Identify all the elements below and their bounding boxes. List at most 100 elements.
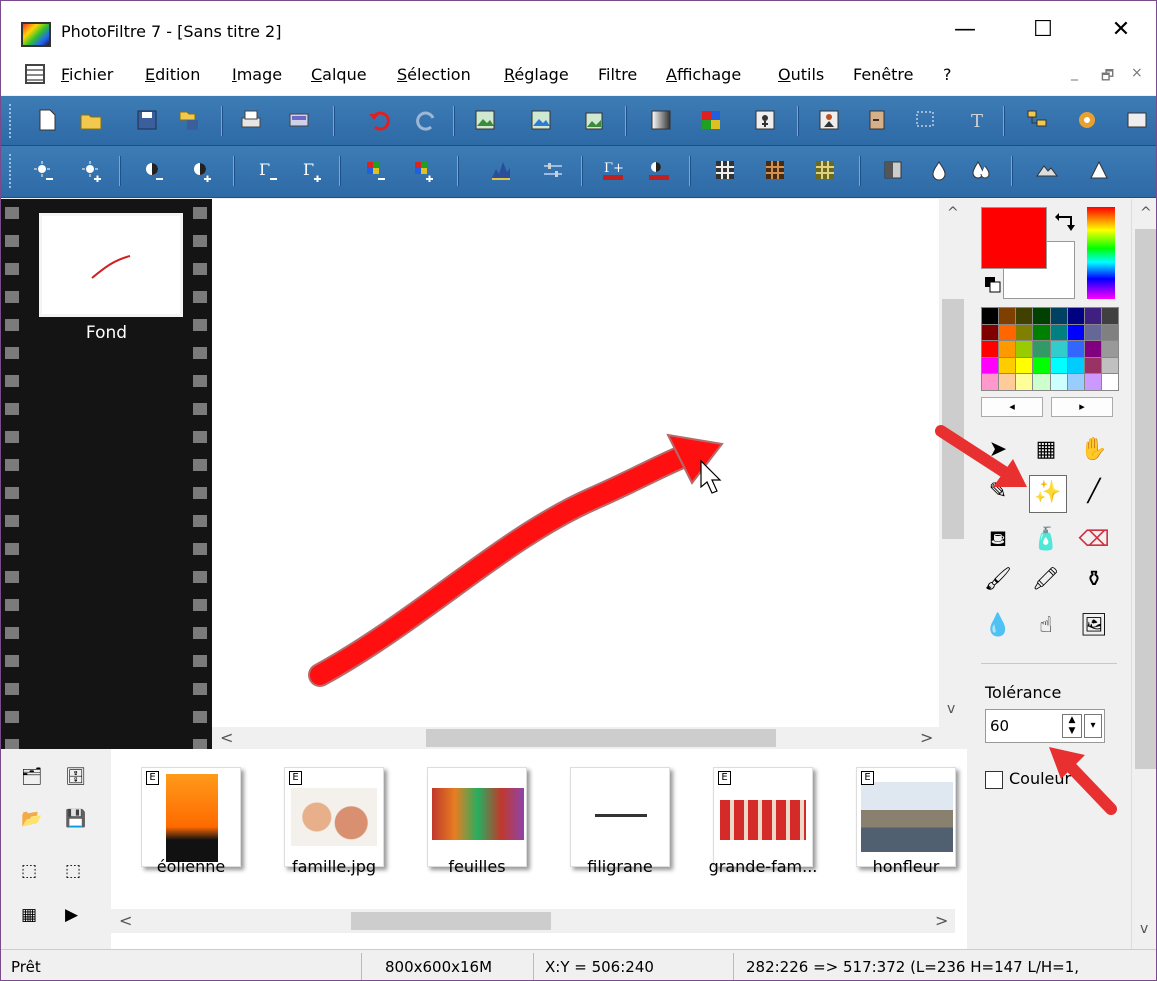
expand-arrow-icon[interactable]: ▶	[65, 905, 89, 929]
close-button[interactable]: ✕	[1101, 15, 1141, 45]
palette-prev-button[interactable]: ◂	[981, 397, 1043, 417]
scroll-up-icon[interactable]: ^	[947, 205, 959, 221]
thumbnail-scroll-thumb[interactable]	[351, 912, 551, 930]
menu-filtre[interactable]: Filtre	[598, 65, 637, 84]
stamp-tool-icon[interactable]: ⚱	[1077, 563, 1111, 597]
tree-select-all-icon[interactable]: ⬚	[65, 861, 89, 885]
toolbar-grip[interactable]	[9, 154, 13, 188]
levels-sliders-icon[interactable]	[541, 158, 565, 182]
grid-filter-icon[interactable]	[713, 158, 737, 182]
drop-shadow-icon[interactable]	[1087, 158, 1111, 182]
mdi-minimize-button[interactable]: _	[1071, 65, 1078, 81]
automation-icon[interactable]	[753, 108, 777, 132]
maximize-button[interactable]: ☐	[1023, 15, 1063, 45]
new-file-icon[interactable]	[35, 108, 59, 132]
menu-fenetre[interactable]: Fenêtre	[853, 65, 914, 84]
thumbnail-feuilles[interactable]	[427, 767, 527, 867]
tolerance-input[interactable]: 60 ▲ ▼ ▾	[985, 709, 1105, 743]
eyedropper-tool-icon[interactable]: ✎	[981, 475, 1015, 509]
couleur-checkbox[interactable]	[985, 771, 1003, 789]
scroll-down-icon[interactable]: v	[1140, 921, 1148, 937]
clone-portrait-tool-icon[interactable]: 🖼	[1077, 609, 1111, 643]
default-colors-icon[interactable]	[985, 277, 1001, 293]
tools-panel-scroll-thumb[interactable]	[1135, 229, 1156, 769]
soften-icon[interactable]	[881, 158, 905, 182]
tolerance-spinner[interactable]: ▲ ▼	[1062, 714, 1082, 738]
tree-disk-icon[interactable]: 💾	[65, 809, 89, 833]
scan-icon[interactable]	[287, 108, 311, 132]
tree-view-icon[interactable]: 🗂	[21, 767, 45, 791]
thumbnail-horizontal-scrollbar[interactable]: < >	[111, 909, 955, 933]
canvas-vscroll-thumb[interactable]	[942, 299, 964, 539]
mdi-close-button[interactable]: ×	[1131, 65, 1143, 81]
eraser-tool-icon[interactable]: ⌫	[1077, 523, 1111, 557]
scroll-left-icon[interactable]: <	[119, 911, 132, 930]
canvas-horizontal-scrollbar[interactable]: < >	[212, 727, 939, 749]
scroll-left-icon[interactable]: <	[220, 728, 233, 747]
mosaic-filter-icon[interactable]	[763, 158, 787, 182]
menu-fichier[interactable]: Fichier	[61, 65, 113, 84]
thumbnail-grande-famille[interactable]: E	[713, 767, 813, 867]
thumbnail-filigrane[interactable]	[570, 767, 670, 867]
redo-icon[interactable]	[415, 108, 439, 132]
hand-tool-icon[interactable]: ✋	[1077, 433, 1111, 467]
thumbnail-honfleur[interactable]: E	[856, 767, 956, 867]
toolbar-grip[interactable]	[9, 104, 13, 138]
blur-drop-icon[interactable]	[927, 158, 951, 182]
layer-tree-icon[interactable]	[1025, 108, 1049, 132]
image-size-icon[interactable]	[529, 108, 553, 132]
tree-open-icon[interactable]: 📂	[21, 809, 45, 833]
tolerance-dropdown-icon[interactable]: ▾	[1084, 714, 1102, 738]
brush-tool-icon[interactable]: 🖌	[981, 563, 1015, 597]
tools-panel-scrollbar[interactable]: ^ v	[1131, 199, 1156, 949]
thumbnail-famille[interactable]: E	[284, 767, 384, 867]
tree-thumbnails-icon[interactable]: ▦	[21, 905, 45, 929]
histogram-icon[interactable]	[489, 158, 513, 182]
save-icon[interactable]	[135, 108, 159, 132]
menu-calque[interactable]: Calque	[311, 65, 367, 84]
canvas-size-icon[interactable]	[581, 108, 605, 132]
photofiltre-app-icon[interactable]	[21, 22, 51, 47]
color-spectrum-bar[interactable]	[1087, 207, 1115, 299]
preferences-icon[interactable]	[1125, 108, 1149, 132]
layer-thumbnail[interactable]	[39, 213, 183, 317]
paint-bucket-tool-icon[interactable]: ⛾	[981, 523, 1015, 557]
menu-reglage[interactable]: Réglage	[504, 65, 569, 84]
foreground-color-swatch[interactable]	[981, 207, 1047, 269]
color-palette-icon[interactable]	[699, 108, 723, 132]
spray-can-tool-icon[interactable]: 🧴	[1029, 523, 1063, 557]
menu-edition[interactable]: Edition	[145, 65, 200, 84]
brightness-minus-icon[interactable]	[31, 158, 55, 182]
gamma-plus-icon[interactable]: Γ	[299, 158, 323, 182]
gamma-minus-icon[interactable]: Γ	[255, 158, 279, 182]
image-duplicate-icon[interactable]	[473, 108, 497, 132]
text-tool-icon[interactable]: T	[965, 108, 989, 132]
thumbnail-eolienne[interactable]: E	[141, 767, 241, 867]
canvas-hscroll-thumb[interactable]	[426, 729, 776, 747]
blur-drop-tool-icon[interactable]: 💧	[981, 609, 1015, 643]
undo-icon[interactable]	[367, 108, 391, 132]
minimize-button[interactable]: —	[945, 15, 985, 45]
print-icon[interactable]	[239, 108, 263, 132]
open-folder-icon[interactable]	[79, 108, 103, 132]
tolerance-value[interactable]: 60	[990, 717, 1009, 735]
smudge-finger-tool-icon[interactable]: ☝	[1029, 609, 1063, 643]
document-system-menu-icon[interactable]	[25, 64, 45, 84]
tree-select-icon[interactable]: ⬚	[21, 861, 45, 885]
brightness-plus-icon[interactable]	[79, 158, 103, 182]
scroll-right-icon[interactable]: >	[935, 911, 948, 930]
save-as-icon[interactable]	[177, 108, 201, 132]
magic-wand-tool-icon[interactable]: ✨	[1029, 475, 1067, 513]
saturation-plus-icon[interactable]	[411, 158, 435, 182]
menu-affichage[interactable]: Affichage	[666, 65, 741, 84]
color-palette-grid[interactable]	[981, 307, 1119, 391]
selection-shape-tool-icon[interactable]: ▦	[1029, 433, 1063, 467]
contrast-plus-icon[interactable]	[189, 158, 213, 182]
scroll-down-icon[interactable]: v	[947, 701, 955, 717]
menu-image[interactable]: Image	[232, 65, 282, 84]
menu-selection[interactable]: Sélection	[397, 65, 471, 84]
exit-icon[interactable]	[865, 108, 889, 132]
image-canvas[interactable]	[212, 199, 939, 727]
tile-filter-icon[interactable]	[813, 158, 837, 182]
line-tool-icon[interactable]: ╱	[1077, 475, 1111, 509]
